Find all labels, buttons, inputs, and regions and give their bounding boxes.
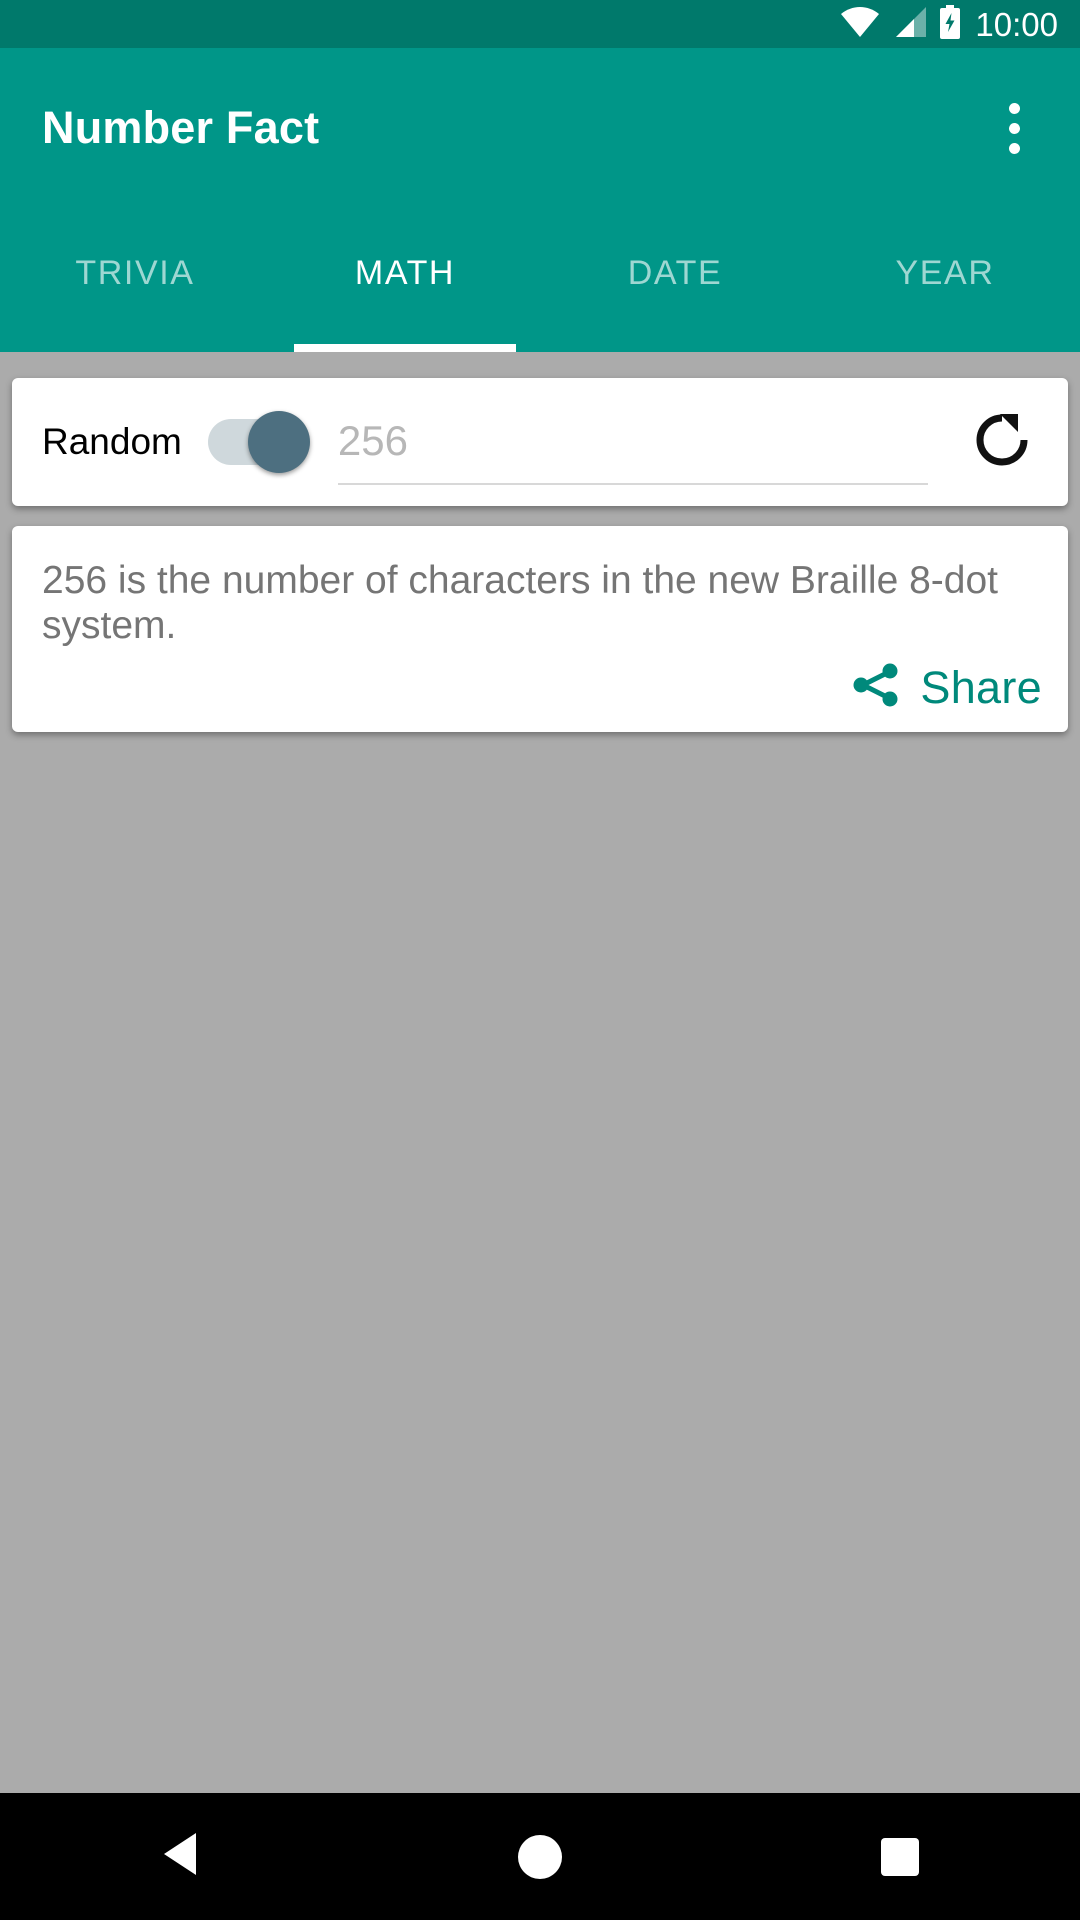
android-navigation-bar	[0, 1793, 1080, 1920]
wifi-icon	[841, 6, 880, 42]
phone-screen: 10:00 Number Fact TRIVIA MATH DATE YEAR …	[0, 0, 1080, 1920]
battery-charging-icon	[939, 4, 961, 44]
status-bar-icons	[841, 4, 961, 44]
overflow-menu-icon[interactable]	[978, 92, 1050, 164]
share-icon	[850, 659, 902, 716]
cellular-signal-icon	[892, 6, 927, 42]
status-bar: 10:00	[0, 0, 1080, 48]
number-input-card: Random 256	[12, 378, 1068, 506]
main-content: Random 256 256 is the number of characte…	[0, 352, 1080, 1793]
overflow-dot	[1008, 122, 1020, 134]
tab-label: MATH	[354, 253, 456, 292]
share-label: Share	[920, 661, 1042, 713]
tab-date[interactable]: DATE	[540, 208, 810, 352]
app-bar-top-row: Number Fact	[0, 48, 1080, 208]
tab-bar: TRIVIA MATH DATE YEAR	[0, 208, 1080, 352]
toggle-thumb	[247, 411, 310, 473]
back-triangle-icon	[160, 1831, 200, 1882]
overflow-dot	[1008, 142, 1020, 154]
nav-home-button[interactable]	[470, 1793, 610, 1920]
app-bar: Number Fact TRIVIA MATH DATE YEAR	[0, 48, 1080, 352]
recents-square-icon	[881, 1837, 919, 1876]
number-input-value: 256	[337, 417, 408, 464]
tab-indicator	[294, 344, 516, 352]
nav-back-button[interactable]	[110, 1793, 250, 1920]
random-toggle-switch[interactable]	[207, 410, 312, 474]
tab-trivia[interactable]: TRIVIA	[0, 208, 270, 352]
refresh-icon	[970, 408, 1034, 477]
tab-year[interactable]: YEAR	[810, 208, 1080, 352]
number-input[interactable]: 256	[337, 399, 928, 485]
status-bar-time: 10:00	[975, 5, 1058, 43]
page-title: Number Fact	[42, 102, 320, 153]
tab-label: TRIVIA	[75, 253, 195, 292]
fact-text: 256 is the number of characters in the n…	[42, 559, 999, 648]
refresh-button[interactable]	[964, 404, 1040, 480]
overflow-dot	[1008, 102, 1020, 114]
fact-card: 256 is the number of characters in the n…	[12, 526, 1068, 732]
tab-math[interactable]: MATH	[270, 208, 540, 352]
nav-recents-button[interactable]	[830, 1793, 970, 1920]
tab-label: YEAR	[895, 253, 995, 292]
random-label: Random	[42, 421, 182, 462]
tab-label: DATE	[627, 253, 723, 292]
share-button[interactable]: Share	[850, 659, 1042, 716]
home-circle-icon	[518, 1834, 562, 1879]
